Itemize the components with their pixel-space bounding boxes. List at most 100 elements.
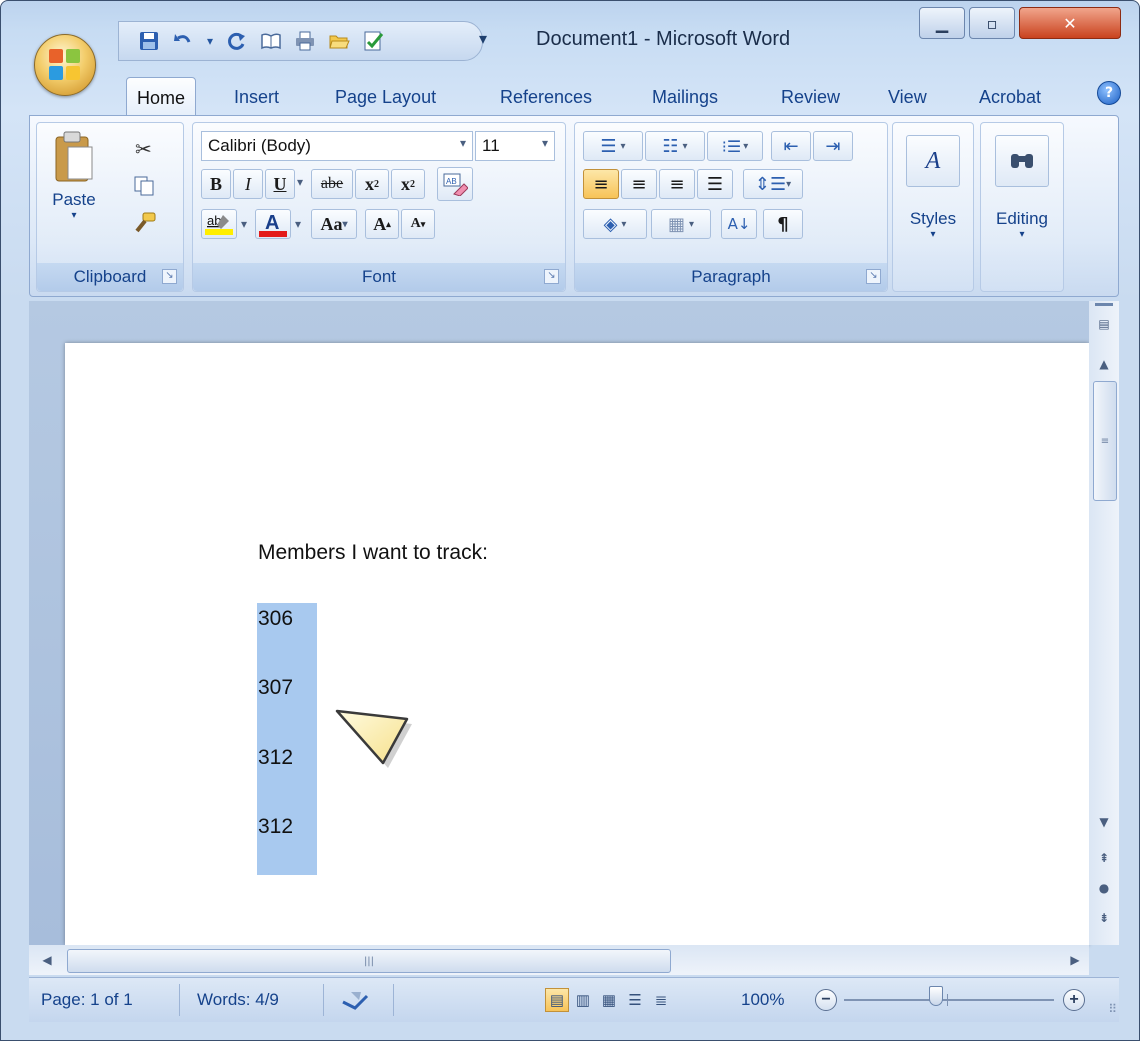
font-color-icon: A: [259, 212, 287, 237]
select-browse-object-icon[interactable]: ●: [1092, 877, 1116, 899]
subscript-button[interactable]: x2: [355, 169, 389, 199]
underline-button[interactable]: U: [265, 169, 295, 199]
format-painter-icon[interactable]: [133, 211, 157, 239]
increase-indent-button[interactable]: ⇥: [813, 131, 853, 161]
quick-access-toolbar: ▾: [118, 21, 483, 61]
close-button[interactable]: ✕: [1019, 7, 1121, 39]
status-bar: Page: 1 of 1 Words: 4/9 ▤ ▥ ▦ ☰ ≣ 100% −…: [29, 977, 1119, 1022]
italic-button[interactable]: I: [233, 169, 263, 199]
tab-review[interactable]: Review: [781, 79, 840, 115]
styles-dropdown-icon: ▾: [930, 229, 936, 240]
align-right-button[interactable]: ≡: [659, 169, 695, 199]
check-icon[interactable]: [361, 29, 385, 53]
tab-insert[interactable]: Insert: [234, 79, 279, 115]
draft-view-icon[interactable]: ≣: [649, 988, 673, 1012]
scroll-down-icon[interactable]: ▼: [1092, 811, 1116, 833]
print-icon[interactable]: [293, 29, 317, 53]
clipboard-dialog-launcher-icon[interactable]: ↘: [162, 269, 177, 284]
superscript-button[interactable]: x2: [391, 169, 425, 199]
full-screen-reading-icon[interactable]: ▥: [571, 988, 595, 1012]
strikethrough-button[interactable]: abe: [311, 169, 353, 199]
sort-button[interactable]: A↓: [721, 209, 757, 239]
tab-page-layout[interactable]: Page Layout: [335, 79, 436, 115]
tab-home[interactable]: Home: [126, 77, 197, 118]
tab-references[interactable]: References: [500, 79, 592, 115]
undo-dropdown-icon[interactable]: ▾: [205, 29, 215, 53]
zoom-out-icon[interactable]: −: [815, 989, 837, 1011]
editing-button[interactable]: Editing ▾: [985, 131, 1059, 281]
bullets-button[interactable]: ☰ ▾: [583, 131, 643, 161]
page-count[interactable]: Page: 1 of 1: [41, 978, 133, 1022]
shading-button[interactable]: ◈ ▾: [583, 209, 647, 239]
font-color-dropdown-icon[interactable]: ▾: [295, 217, 301, 231]
borders-button[interactable]: ▦ ▾: [651, 209, 711, 239]
shrink-font-button[interactable]: A ▾: [401, 209, 435, 239]
horizontal-scrollbar[interactable]: ◀ ||| ▶: [29, 945, 1089, 975]
paste-button[interactable]: Paste ▾: [43, 129, 105, 241]
zoom-level[interactable]: 100%: [741, 978, 784, 1022]
vertical-scrollbar[interactable]: ▤ ▲ ≡ ▼ ⇞ ● ⇟: [1089, 301, 1119, 945]
highlight-dropdown-icon[interactable]: ▾: [241, 217, 247, 231]
clear-formatting-button[interactable]: AB: [437, 167, 473, 201]
document-area: Members I want to track: 306 307 312 312: [29, 301, 1089, 945]
print-layout-icon[interactable]: ▤: [545, 988, 569, 1012]
save-icon[interactable]: [137, 29, 161, 53]
numbering-button[interactable]: ☷ ▾: [645, 131, 705, 161]
next-page-icon[interactable]: ⇟: [1092, 907, 1116, 929]
redo-icon[interactable]: [225, 29, 249, 53]
view-ruler-icon[interactable]: ▤: [1092, 313, 1116, 335]
decrease-indent-button[interactable]: ⇤: [771, 131, 811, 161]
styles-button[interactable]: A Styles ▾: [897, 131, 969, 281]
maximize-button[interactable]: ▫: [969, 7, 1015, 39]
list-item: 312: [258, 746, 294, 769]
zoom-slider-track[interactable]: [844, 999, 1054, 1001]
align-center-button[interactable]: ≡: [621, 169, 657, 199]
scroll-right-icon[interactable]: ▶: [1063, 949, 1087, 971]
justify-button[interactable]: ☰: [697, 169, 733, 199]
align-left-icon: ≡: [593, 173, 609, 195]
split-handle-icon[interactable]: [1095, 303, 1113, 306]
outline-view-icon[interactable]: ☰: [623, 988, 647, 1012]
paragraph-group: ☰ ▾ ☷ ▾ ⁝☰ ▾ ⇤ ⇥ ≡ ≡ ≡ ☰ ⇕☰ ▾ ◈ ▾ ▦ ▾ A↓…: [574, 122, 888, 292]
customize-qat-icon[interactable]: ▾: [479, 29, 487, 48]
previous-page-icon[interactable]: ⇞: [1092, 847, 1116, 869]
underline-dropdown-icon[interactable]: ▾: [297, 175, 303, 189]
cut-icon[interactable]: ✂: [135, 137, 152, 161]
undo-icon[interactable]: [171, 29, 195, 53]
borders-icon: ▦: [667, 213, 685, 235]
zoom-in-icon[interactable]: +: [1063, 989, 1085, 1011]
vertical-scroll-thumb[interactable]: ≡: [1093, 381, 1117, 501]
line-spacing-button[interactable]: ⇕☰ ▾: [743, 169, 803, 199]
grow-font-button[interactable]: A ▴: [365, 209, 399, 239]
tab-view[interactable]: View: [888, 79, 927, 115]
document-page[interactable]: Members I want to track: 306 307 312 312: [65, 343, 1089, 945]
word-window: ▾ ▾ Document1 - Microsoft Word ▁ ▫ ✕ Hom…: [0, 0, 1140, 1041]
font-dialog-launcher-icon[interactable]: ↘: [544, 269, 559, 284]
paragraph-dialog-launcher-icon[interactable]: ↘: [866, 269, 881, 284]
highlight-button[interactable]: ab: [201, 209, 237, 239]
horizontal-scroll-thumb[interactable]: |||: [67, 949, 671, 973]
document-heading: Members I want to track:: [258, 541, 488, 564]
open-folder-icon[interactable]: [327, 29, 351, 53]
tab-acrobat[interactable]: Acrobat: [979, 79, 1041, 115]
zoom-slider-thumb[interactable]: [929, 986, 943, 1006]
font-size-combo[interactable]: 11 ▾: [475, 131, 555, 161]
font-family-combo[interactable]: Calibri (Body) ▾: [201, 131, 473, 161]
scroll-up-icon[interactable]: ▲: [1092, 353, 1116, 375]
font-color-button[interactable]: A: [255, 209, 291, 239]
align-left-button[interactable]: ≡: [583, 169, 619, 199]
scroll-left-icon[interactable]: ◀: [35, 949, 59, 971]
word-count[interactable]: Words: 4/9: [197, 978, 279, 1022]
resize-grip-icon[interactable]: ⠿: [1108, 1002, 1117, 1016]
copy-icon[interactable]: [133, 175, 155, 201]
show-hide-button[interactable]: ¶: [763, 209, 803, 239]
minimize-button[interactable]: ▁: [919, 7, 965, 39]
web-layout-icon[interactable]: ▦: [597, 988, 621, 1012]
help-icon[interactable]: ?: [1097, 81, 1121, 105]
multilevel-list-button[interactable]: ⁝☰ ▾: [707, 131, 763, 161]
change-case-button[interactable]: Aa ▾: [311, 209, 357, 239]
proofing-icon[interactable]: [341, 978, 369, 1022]
tab-mailings[interactable]: Mailings: [652, 79, 718, 115]
bold-button[interactable]: B: [201, 169, 231, 199]
open-book-icon[interactable]: [259, 29, 283, 53]
